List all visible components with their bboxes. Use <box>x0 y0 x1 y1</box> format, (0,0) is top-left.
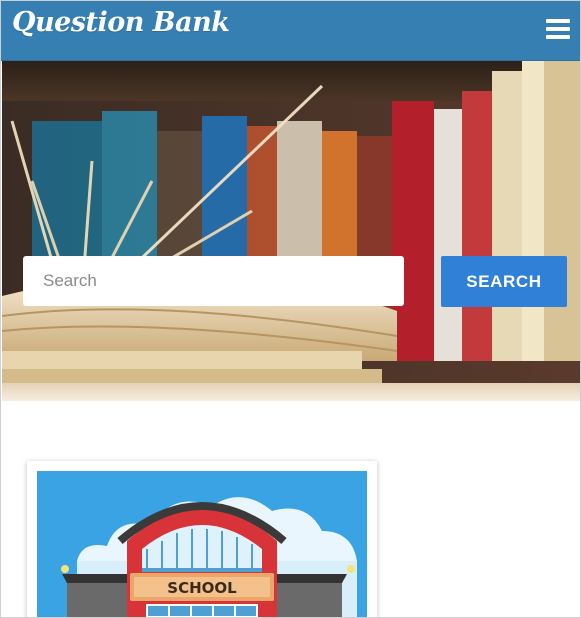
hamburger-menu-icon[interactable] <box>542 17 570 43</box>
search-button[interactable]: SEARCH <box>441 256 567 307</box>
hero-books-image <box>2 61 580 401</box>
brand-logo[interactable]: Question Bank <box>12 7 230 38</box>
navbar: Question Bank <box>1 1 580 61</box>
school-sign-text: SCHOOL <box>167 579 237 597</box>
page-frame: Question Bank Search SEARCH SCHOOL <box>0 0 581 618</box>
hero-banner: SEARCH <box>2 61 580 401</box>
school-building-illustration: SCHOOL <box>37 471 367 617</box>
search-input[interactable] <box>23 256 404 306</box>
content-card[interactable]: SCHOOL <box>27 461 377 617</box>
card-image: SCHOOL <box>37 471 367 617</box>
